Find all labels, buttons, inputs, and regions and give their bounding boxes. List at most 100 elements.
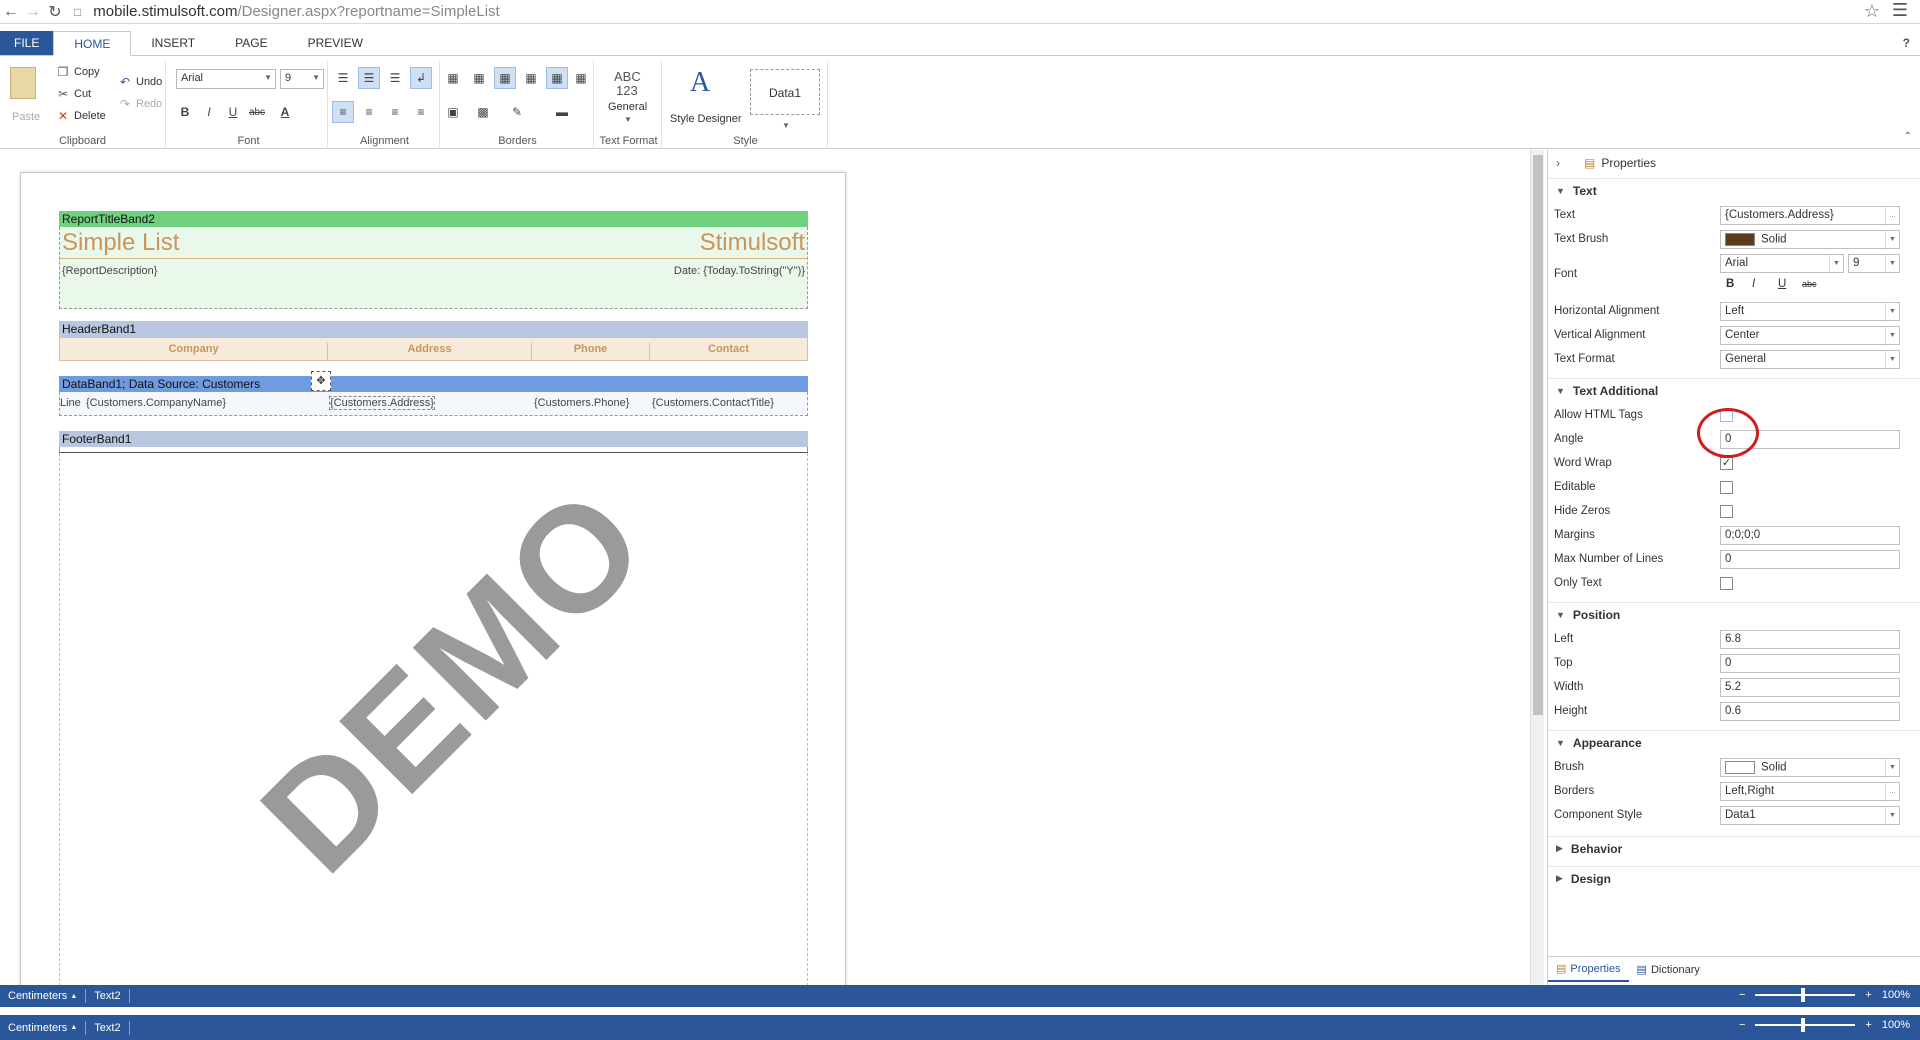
reload-icon[interactable]: ↻ xyxy=(44,1,66,23)
align-center-icon[interactable]: ≡ xyxy=(358,101,380,123)
canvas-vertical-scrollbar[interactable] xyxy=(1530,150,1544,985)
category-text-additional[interactable]: ▼ Text Additional xyxy=(1548,378,1920,402)
units-selector[interactable]: Centimeters ▲ xyxy=(0,1020,87,1035)
ellipsis-icon[interactable]: … xyxy=(1885,783,1899,800)
chevron-down-icon[interactable]: ▼ xyxy=(1885,303,1899,320)
expand-panel-icon[interactable]: › xyxy=(1556,156,1560,170)
category-design[interactable]: ▶ Design xyxy=(1548,866,1920,890)
chevron-down-icon[interactable]: ▼ xyxy=(782,121,790,130)
footer-band-header[interactable]: FooterBand1 xyxy=(59,431,808,447)
chevron-down-icon[interactable]: ▼ xyxy=(1885,351,1899,368)
zoom-in-icon[interactable]: + xyxy=(1865,989,1871,1001)
font-size-combo[interactable]: 9 ▼ xyxy=(280,69,324,89)
category-appearance[interactable]: ▼ Appearance xyxy=(1548,730,1920,754)
report-page[interactable]: ReportTitleBand2 Simple List Stimulsoft … xyxy=(20,172,846,1002)
header-band-header[interactable]: HeaderBand1 xyxy=(59,321,808,337)
shadow-icon[interactable]: ▣ xyxy=(442,101,464,123)
hide-zeros-checkbox[interactable] xyxy=(1720,505,1733,518)
ellipsis-icon[interactable]: … xyxy=(1885,207,1899,224)
prop-valign-select[interactable]: Center ▼ xyxy=(1720,326,1900,345)
prop-left-input[interactable]: 6.8 xyxy=(1720,630,1900,649)
chevron-down-icon[interactable]: ▼ xyxy=(1885,759,1899,776)
border-inner-icon[interactable]: ▦ xyxy=(468,67,490,89)
chevron-down-icon[interactable]: ▼ xyxy=(1885,807,1899,824)
style-designer-button[interactable]: Style Designer xyxy=(670,113,742,125)
prop-text-input[interactable]: {Customers.Address}… xyxy=(1720,206,1900,225)
align-middle-icon[interactable]: ☰ xyxy=(358,67,380,89)
prop-max-lines-input[interactable]: 0 xyxy=(1720,550,1900,569)
align-bottom-icon[interactable]: ☰ xyxy=(384,67,406,89)
tab-page[interactable]: PAGE xyxy=(215,31,287,55)
report-company-text[interactable]: Stimulsoft xyxy=(700,229,805,257)
tab-preview[interactable]: PREVIEW xyxy=(288,31,383,55)
zoom-out-icon[interactable]: − xyxy=(1739,1019,1745,1031)
prop-margins-input[interactable]: 0;0;0;0 xyxy=(1720,526,1900,545)
tab-home[interactable]: HOME xyxy=(53,31,132,56)
fill-bucket-icon[interactable]: ▩ xyxy=(472,101,494,123)
scrollbar-thumb[interactable] xyxy=(1533,155,1543,715)
style-data1-item[interactable]: Data1 xyxy=(750,69,820,115)
redo-button[interactable]: ↷ Redo xyxy=(118,97,162,111)
prop-strike-button[interactable]: abc xyxy=(1802,279,1817,289)
prop-component-style-select[interactable]: Data1 ▼ xyxy=(1720,806,1900,825)
editable-checkbox[interactable] xyxy=(1720,481,1733,494)
chevron-down-icon[interactable]: ▼ xyxy=(1885,231,1899,248)
report-title-text[interactable]: Simple List xyxy=(62,229,179,257)
prop-text-brush-select[interactable]: Solid ▼ xyxy=(1720,230,1900,249)
prop-top-input[interactable]: 0 xyxy=(1720,654,1900,673)
border-bottom-icon[interactable]: ▦ xyxy=(570,67,592,89)
move-handle-icon[interactable]: ✥ xyxy=(311,371,331,391)
zoom-slider-knob[interactable] xyxy=(1801,988,1806,1002)
border-right-icon[interactable]: ▦ xyxy=(520,67,542,89)
prop-font-size-select[interactable]: 9 ▼ xyxy=(1848,254,1900,273)
report-date-text[interactable]: Date: {Today.ToString("Y")} xyxy=(674,265,805,277)
prop-italic-button[interactable]: I xyxy=(1752,278,1755,290)
field-address[interactable]: {Customers.Address} xyxy=(329,396,435,410)
line-label[interactable]: Line xyxy=(60,397,81,409)
paste-icon[interactable] xyxy=(10,67,36,99)
bold-button[interactable]: B xyxy=(174,101,196,123)
forward-icon[interactable]: → xyxy=(22,1,44,23)
report-title-band[interactable]: Simple List Stimulsoft {ReportDescriptio… xyxy=(59,227,808,309)
cut-button[interactable]: ✂ Cut xyxy=(56,87,91,101)
help-icon[interactable]: ? xyxy=(1903,36,1910,50)
font-color-button[interactable]: A xyxy=(274,101,296,123)
tab-file[interactable]: FILE xyxy=(0,31,54,55)
tab-properties[interactable]: ▤ Properties xyxy=(1548,957,1629,982)
report-canvas[interactable]: ReportTitleBand2 Simple List Stimulsoft … xyxy=(0,150,1545,1002)
units-selector[interactable]: Centimeters ▲ xyxy=(0,989,87,1003)
header-band[interactable]: Company Address Phone Contact xyxy=(59,337,808,361)
report-title-band-header[interactable]: ReportTitleBand2 xyxy=(59,211,808,227)
column-header-phone[interactable]: Phone xyxy=(532,343,650,361)
prop-brush-select[interactable]: Solid ▼ xyxy=(1720,758,1900,777)
chevron-down-icon[interactable]: ▼ xyxy=(1885,327,1899,344)
style-designer-icon[interactable]: A xyxy=(690,67,710,99)
align-justify-icon[interactable]: ≡ xyxy=(410,101,432,123)
browser-menu-icon[interactable]: ☰ xyxy=(1892,0,1908,21)
prop-underline-button[interactable]: U xyxy=(1778,278,1786,290)
zoom-in-icon[interactable]: + xyxy=(1865,1019,1871,1031)
zoom-out-icon[interactable]: − xyxy=(1739,989,1745,1001)
prop-font-name-select[interactable]: Arial ▼ xyxy=(1720,254,1844,273)
bookmark-star-icon[interactable]: ☆ xyxy=(1864,1,1880,22)
border-style-icon[interactable]: ▬ xyxy=(542,101,582,123)
chevron-down-icon[interactable]: ▼ xyxy=(1829,255,1843,272)
category-text[interactable]: ▼ Text xyxy=(1548,178,1920,202)
undo-button[interactable]: ↶ Undo xyxy=(118,75,162,89)
prop-bold-button[interactable]: B xyxy=(1726,278,1734,290)
prop-borders-input[interactable]: Left,Right… xyxy=(1720,782,1900,801)
chevron-down-icon[interactable]: ▼ xyxy=(624,115,632,124)
align-right-icon[interactable]: ≡ xyxy=(384,101,406,123)
prop-width-input[interactable]: 5.2 xyxy=(1720,678,1900,697)
field-contact-title[interactable]: {Customers.ContactTitle} xyxy=(652,397,774,409)
field-phone[interactable]: {Customers.Phone} xyxy=(534,397,629,409)
prop-height-input[interactable]: 0.6 xyxy=(1720,702,1900,721)
align-top-icon[interactable]: ☰ xyxy=(332,67,354,89)
tab-dictionary[interactable]: ▤ Dictionary xyxy=(1629,957,1708,982)
word-wrap-checkbox[interactable]: ✓ xyxy=(1720,457,1733,470)
data-band-header[interactable]: DataBand1; Data Source: Customers xyxy=(59,376,808,392)
border-all-icon[interactable]: ▦ xyxy=(442,67,464,89)
chevron-down-icon[interactable]: ▼ xyxy=(1885,255,1899,272)
prop-textformat-select[interactable]: General ▼ xyxy=(1720,350,1900,369)
tab-insert[interactable]: INSERT xyxy=(131,31,215,55)
